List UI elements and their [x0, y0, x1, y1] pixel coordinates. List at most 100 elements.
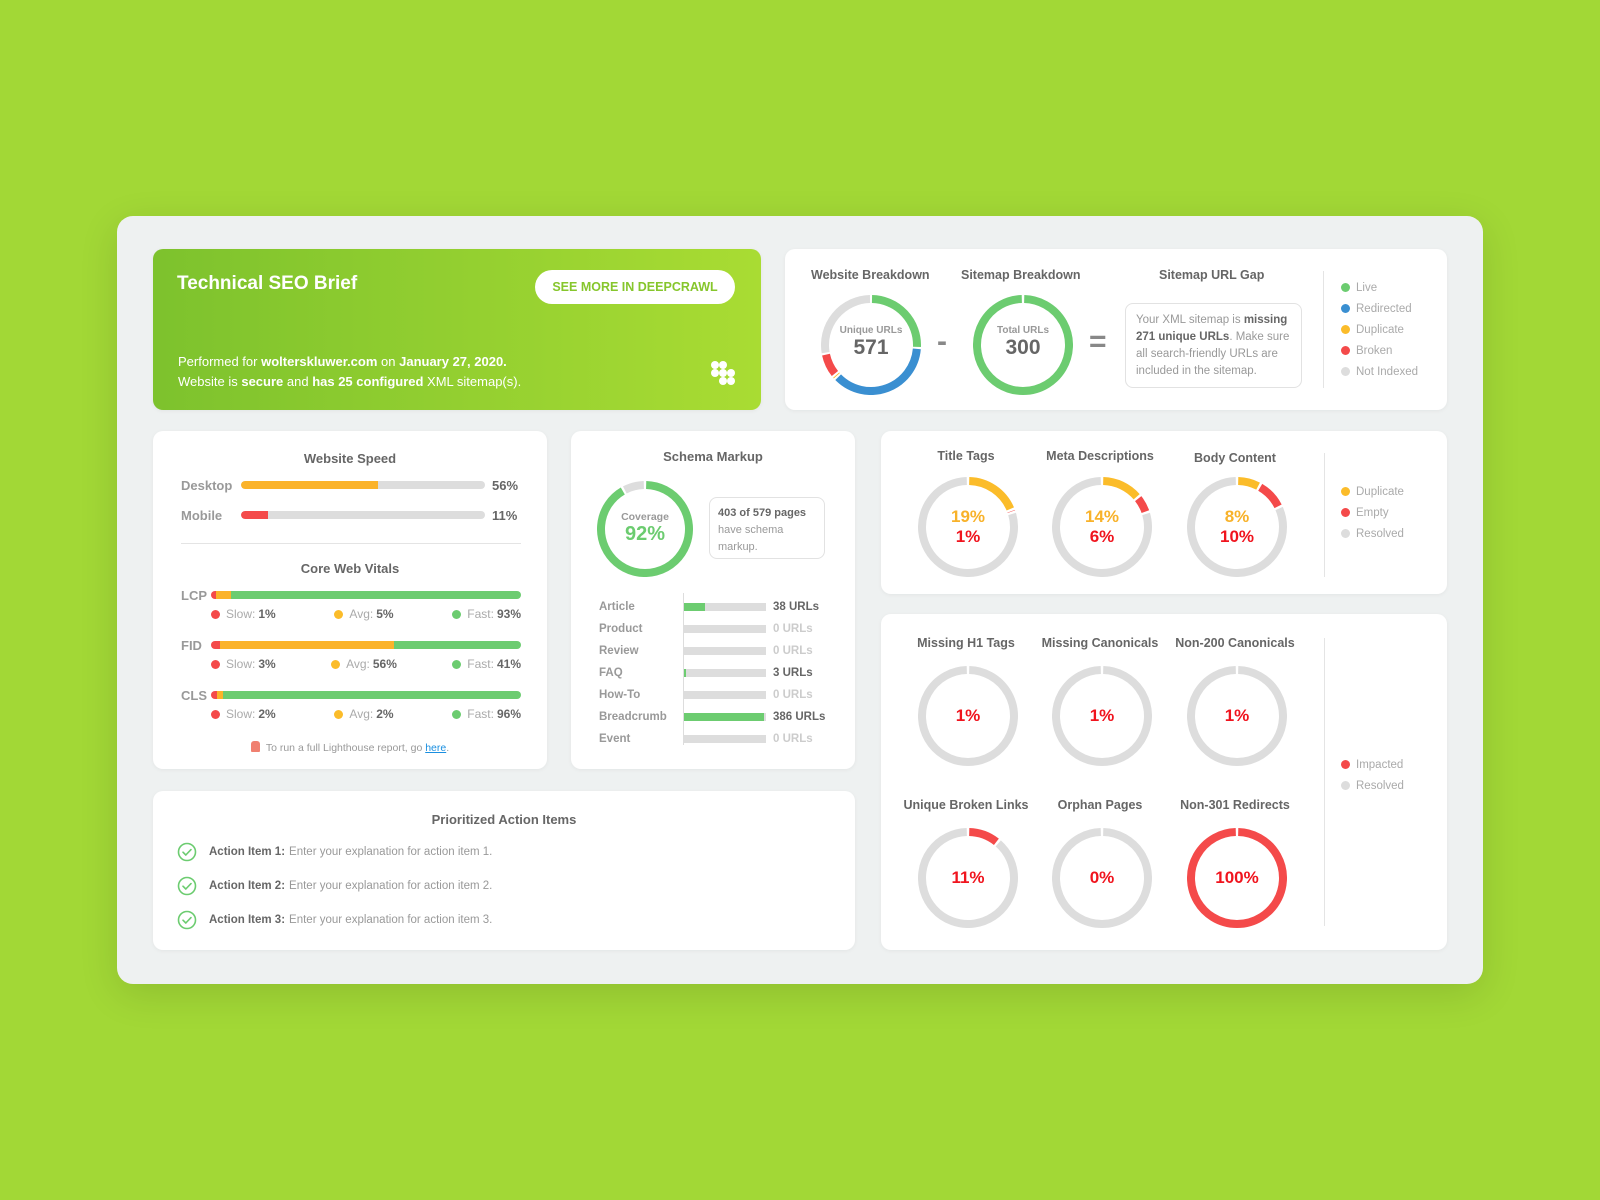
cwv-row-cls: CLS Slow: 2% Avg: 2% Fast: 96%	[181, 688, 521, 721]
empty-percent: 1%	[955, 527, 981, 546]
action-item-label: Action Item 1:	[209, 846, 286, 858]
action-item-text: Enter your explanation for action item 2…	[289, 880, 493, 892]
legend-dot-icon	[1341, 346, 1350, 355]
cwv-bar	[211, 691, 521, 699]
non-301-redirects-ring: 100%	[1187, 828, 1287, 928]
schema-type-label: Article	[599, 601, 635, 613]
divider	[1324, 638, 1325, 926]
orphan-pages-ring: 0%	[1052, 828, 1152, 928]
legend-item: Duplicate	[1341, 481, 1404, 502]
cwv-fast-stat: Fast: 93%	[452, 607, 521, 621]
duplicate-percent: 19%	[950, 507, 986, 526]
cwv-avg-segment	[215, 591, 232, 599]
legend-dot-icon	[1341, 529, 1350, 538]
speed-label: Desktop	[181, 477, 233, 493]
fast-dot-icon	[452, 609, 462, 619]
divider	[181, 543, 521, 544]
speed-value: 56%	[492, 477, 519, 493]
legend-item: Empty	[1341, 502, 1404, 523]
coverage-label: Coverage	[621, 511, 669, 523]
legend-label: Redirected	[1356, 302, 1412, 315]
breakdown-legend: Live Redirected Duplicate Broken Not Indexed	[1341, 277, 1418, 382]
cwv-slow-stat: Slow: 1%	[211, 607, 276, 621]
legend-label: Broken	[1356, 344, 1393, 357]
non-200-canonicals-ring: 1%	[1187, 666, 1287, 766]
missing-canonicals-title: Missing Canonicals	[1041, 636, 1159, 650]
cwv-avg-stat: Avg: 56%	[331, 657, 397, 671]
missing-h1-tags-ring: 1%	[918, 666, 1018, 766]
avg-dot-icon	[334, 609, 344, 619]
schema-bar-fill	[684, 669, 686, 677]
lighthouse-note: To run a full Lighthouse report, go here…	[153, 741, 547, 754]
slow-dot-icon	[211, 609, 220, 619]
non-301-redirects-title: Non-301 Redirects	[1180, 798, 1290, 812]
schema-row-article: Article 38 URLs	[599, 596, 839, 618]
cwv-slow-stat: Slow: 3%	[211, 657, 276, 671]
schema-bar	[684, 625, 766, 633]
lighthouse-report-link[interactable]: here	[425, 742, 446, 754]
cwv-avg-stat: Avg: 5%	[334, 607, 394, 621]
uncovered-segment	[622, 481, 645, 494]
legend-item: Resolved	[1341, 523, 1404, 544]
legend-item: Redirected	[1341, 298, 1418, 319]
action-item-text: Enter your explanation for action item 1…	[289, 846, 493, 858]
cwv-bar	[211, 641, 521, 649]
schema-type-label: How-To	[599, 689, 641, 701]
impacted-percent: 11%	[951, 868, 985, 887]
duplicate-percent: 14%	[1084, 507, 1120, 526]
action-item[interactable]: Action Item 1: Enter your explanation for…	[177, 842, 492, 862]
schema-url-count: 0 URLs	[773, 645, 813, 657]
duplicate-percent: 8%	[1224, 507, 1250, 526]
schema-bar	[684, 603, 766, 611]
missing-h1-tags-title: Missing H1 Tags	[917, 636, 1015, 650]
action-items-title: Prioritized Action Items	[431, 812, 577, 827]
action-item[interactable]: Action Item 2: Enter your explanation for…	[177, 876, 492, 896]
divider	[1324, 453, 1325, 577]
speed-value: 11%	[492, 507, 518, 523]
domain-name: wolterskluwer.com	[261, 354, 378, 369]
schema-row-breadcrumb: Breadcrumb 386 URLs	[599, 706, 839, 728]
legend-dot-icon	[1341, 367, 1350, 376]
cwv-fast-stat: Fast: 41%	[452, 657, 521, 671]
speed-label: Mobile	[181, 507, 223, 523]
speed-bar	[241, 511, 485, 519]
legend-item: Resolved	[1341, 775, 1404, 796]
see-more-deepcrawl-button[interactable]: SEE MORE IN DEEPCRAWL	[535, 270, 735, 304]
missing-canonicals-ring: 1%	[1052, 666, 1152, 766]
sitemap-count: has 25 configured	[312, 374, 424, 389]
speed-row-mobile: Mobile 11%	[181, 506, 521, 524]
avg-dot-icon	[334, 709, 344, 719]
legend-item: Not Indexed	[1341, 361, 1418, 382]
dashboard-frame: Technical SEO Brief SEE MORE IN DEEPCRAW…	[117, 216, 1483, 984]
cwv-fast-segment	[393, 641, 521, 649]
speed-bar-fill	[241, 481, 378, 489]
schema-url-count: 38 URLs	[773, 601, 820, 613]
schema-url-count: 0 URLs	[773, 689, 813, 701]
schema-summary: 403 of 579 pages have schema markup.	[709, 497, 825, 559]
speed-bar-fill	[241, 511, 268, 519]
cwv-avg-stat: Avg: 2%	[334, 707, 394, 721]
schema-row-product: Product 0 URLs	[599, 618, 839, 640]
avg-dot-icon	[331, 659, 341, 669]
total-urls-label: Total URLs	[996, 325, 1050, 336]
body-content-title: Body Content	[1194, 451, 1276, 465]
action-item[interactable]: Action Item 3: Enter your explanation for…	[177, 910, 492, 930]
empty-percent: 10%	[1219, 527, 1255, 546]
legend-label: Live	[1356, 281, 1378, 294]
cwv-row-fid: FID Slow: 3% Avg: 56% Fast: 41%	[181, 638, 521, 671]
legend-dot-icon	[1341, 781, 1350, 790]
cwv-slow-segment	[211, 641, 221, 649]
schema-url-count: 0 URLs	[773, 733, 813, 745]
equals-sign: =	[1089, 325, 1107, 358]
schema-bar	[684, 669, 766, 677]
slow-dot-icon	[211, 659, 220, 669]
impacted-percent: 1%	[1089, 706, 1115, 725]
unique-urls-label: Unique URLs	[839, 325, 903, 336]
action-item-label: Action Item 2:	[209, 880, 286, 892]
cwv-slow-stat: Slow: 2%	[211, 707, 276, 721]
fast-dot-icon	[452, 659, 462, 669]
cwv-row-lcp: LCP Slow: 1% Avg: 5% Fast: 93%	[181, 588, 521, 621]
legend-label: Impacted	[1356, 758, 1404, 771]
secure-status: secure	[241, 374, 284, 389]
action-item-label: Action Item 3:	[209, 914, 286, 926]
